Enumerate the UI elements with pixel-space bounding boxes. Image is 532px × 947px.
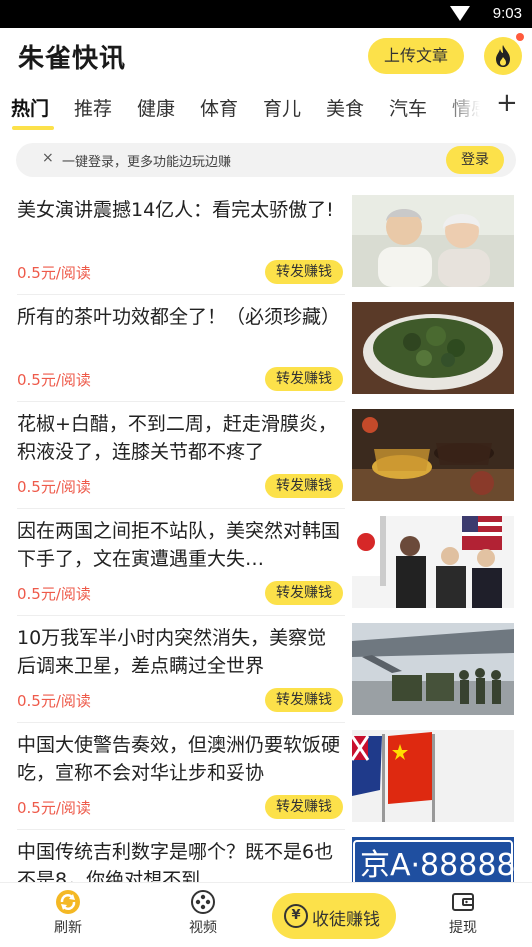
tab-food[interactable]: 美食 (326, 94, 364, 121)
nav-withdraw-label: 提现 (449, 920, 477, 936)
tab-recommend[interactable]: 推荐 (74, 94, 112, 121)
tab-cars[interactable]: 汽车 (389, 94, 427, 121)
app-header: 朱雀快讯 上传文章 (0, 28, 532, 84)
article-thumbnail[interactable] (352, 302, 514, 394)
nav-refresh[interactable]: 刷新 (38, 889, 98, 937)
article-title[interactable]: 美女演讲震撼14亿人：看完太骄傲了! (17, 196, 345, 224)
article-thumbnail[interactable] (352, 516, 514, 608)
film-reel-icon (191, 890, 215, 914)
article-item[interactable]: 中国传统吉利数字是哪个？既不是6也不是8，你绝对想不到 京A·88888 (0, 830, 532, 882)
article-price: 0.5元/阅读 (17, 264, 91, 282)
article-item[interactable]: 所有的茶叶功效都全了！（必须珍藏） 0.5元/阅读 转发赚钱 (0, 295, 532, 402)
article-thumbnail[interactable] (352, 409, 514, 501)
status-bar: 9:03 (0, 0, 532, 28)
recruit-label: 收徒赚钱 (312, 910, 380, 930)
article-item[interactable]: 因在两国之间拒不站队，美突然对韩国下手了，文在寅遭遇重大失… 0.5元/阅读 转… (0, 509, 532, 616)
article-thumbnail[interactable] (352, 730, 514, 822)
nav-video-label: 视频 (189, 920, 217, 936)
fire-icon (496, 45, 510, 67)
article-price: 0.5元/阅读 (17, 371, 91, 389)
upload-article-button[interactable]: 上传文章 (368, 38, 464, 74)
share-earn-button[interactable]: 转发赚钱 (265, 474, 343, 498)
article-price: 0.5元/阅读 (17, 478, 91, 496)
wallet-icon (452, 893, 474, 911)
add-tab-icon[interactable]: + (496, 88, 518, 118)
article-price: 0.5元/阅读 (17, 799, 91, 817)
notification-dot (516, 33, 524, 41)
recruit-earn-button[interactable]: ¥ 收徒赚钱 (272, 893, 396, 939)
article-item[interactable]: 中国大使警告奏效，但澳洲仍要软饭硬吃，宣称不会对华让步和妥协 0.5元/阅读 转… (0, 723, 532, 830)
article-thumbnail[interactable]: 京A·88888 (352, 837, 514, 882)
article-feed: 美女演讲震撼14亿人：看完太骄傲了! 0.5元/阅读 转发赚钱 所有的茶叶功效都… (0, 188, 532, 882)
status-time: 9:03 (492, 5, 522, 22)
article-title[interactable]: 10万我军半小时内突然消失，美察觉后调来卫星，差点瞒过全世界 (17, 624, 345, 680)
article-price: 0.5元/阅读 (17, 692, 91, 710)
refresh-icon (56, 890, 80, 914)
login-banner-text: 一键登录，更多功能边玩边赚 (62, 155, 232, 170)
yen-icon: ¥ (284, 904, 308, 928)
share-earn-button[interactable]: 转发赚钱 (265, 795, 343, 819)
article-title[interactable]: 因在两国之间拒不站队，美突然对韩国下手了，文在寅遭遇重大失… (17, 517, 345, 573)
article-item[interactable]: 10万我军半小时内突然消失，美察觉后调来卫星，差点瞒过全世界 0.5元/阅读 转… (0, 616, 532, 723)
article-title[interactable]: 中国传统吉利数字是哪个？既不是6也不是8，你绝对想不到 (17, 838, 345, 882)
article-thumbnail[interactable] (352, 623, 514, 715)
share-earn-button[interactable]: 转发赚钱 (265, 581, 343, 605)
nav-video[interactable]: 视频 (173, 889, 233, 937)
bottom-nav: 刷新 视频 ¥ 收徒赚钱 提现 (0, 882, 532, 947)
login-banner: × 一键登录，更多功能边玩边赚 登录 (16, 143, 516, 177)
hot-button[interactable] (484, 37, 522, 75)
share-earn-button[interactable]: 转发赚钱 (265, 367, 343, 391)
nav-refresh-label: 刷新 (54, 920, 82, 936)
tab-hot[interactable]: 热门 (11, 94, 49, 121)
share-earn-button[interactable]: 转发赚钱 (265, 688, 343, 712)
login-button[interactable]: 登录 (446, 146, 504, 174)
close-icon[interactable]: × (42, 150, 54, 166)
tab-sports[interactable]: 体育 (200, 94, 238, 121)
tab-fade (440, 84, 490, 130)
article-price: 0.5元/阅读 (17, 585, 91, 603)
article-item[interactable]: 花椒+白醋，不到二周，赶走滑膜炎，积液没了，连膝关节都不疼了 0.5元/阅读 转… (0, 402, 532, 509)
article-item[interactable]: 美女演讲震撼14亿人：看完太骄傲了! 0.5元/阅读 转发赚钱 (0, 188, 532, 295)
article-title[interactable]: 所有的茶叶功效都全了！（必须珍藏） (17, 303, 345, 331)
article-title[interactable]: 中国大使警告奏效，但澳洲仍要软饭硬吃，宣称不会对华让步和妥协 (17, 731, 345, 787)
share-earn-button[interactable]: 转发赚钱 (265, 260, 343, 284)
article-title[interactable]: 花椒+白醋，不到二周，赶走滑膜炎，积液没了，连膝关节都不疼了 (17, 410, 345, 466)
nav-withdraw[interactable]: 提现 (433, 889, 493, 937)
tab-health[interactable]: 健康 (137, 94, 175, 121)
active-tab-indicator (12, 126, 54, 130)
app-title: 朱雀快讯 (18, 44, 127, 74)
license-plate-text: 京A·88888 (360, 848, 514, 882)
article-thumbnail[interactable] (352, 195, 514, 287)
tab-parenting[interactable]: 育儿 (263, 94, 301, 121)
wifi-icon (450, 6, 470, 21)
category-tabs: 热门 推荐 健康 体育 育儿 美食 汽车 情感 + (0, 84, 532, 130)
